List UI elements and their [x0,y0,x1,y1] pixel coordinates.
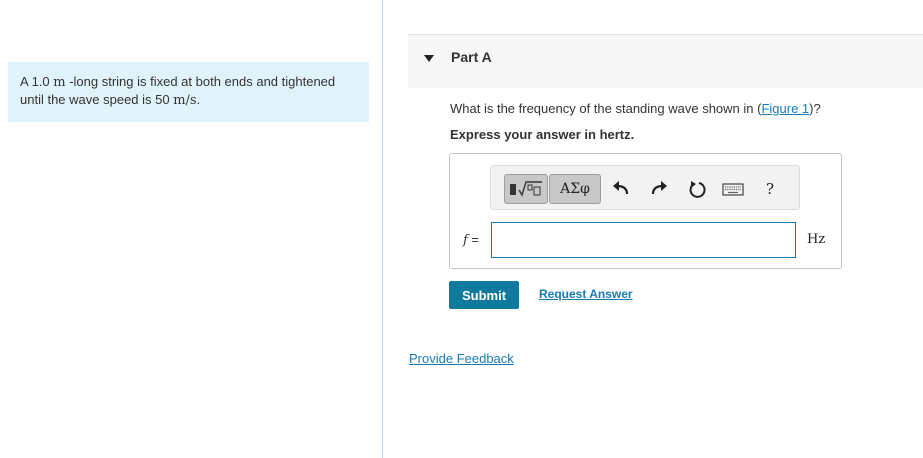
figure-link[interactable]: Figure 1 [761,101,809,116]
question-prefix: What is the frequency of the standing wa… [450,101,762,116]
submit-button[interactable]: Submit [449,281,519,309]
problem-statement: A 1.0 m -long string is fixed at both en… [8,62,369,122]
part-header[interactable]: Part A [408,34,923,88]
redo-icon[interactable] [648,178,670,200]
undo-icon[interactable] [610,178,632,200]
help-icon[interactable]: ? [759,178,781,200]
provide-feedback-link[interactable]: Provide Feedback [409,351,514,366]
length-unit: m [53,75,66,90]
answer-instruction: Express your answer in hertz. [450,127,635,142]
variable-label: f = [463,232,479,248]
answer-input[interactable] [491,222,796,258]
part-title: Part A [451,49,492,65]
answer-box: ΑΣφ ? f = Hz [449,153,842,269]
problem-pane: A 1.0 m -long string is fixed at both en… [0,0,382,458]
speed-unit: m/s [173,93,197,108]
templates-button[interactable] [504,174,548,204]
math-toolbar: ΑΣφ ? [490,165,800,210]
problem-text-start: A 1.0 [20,74,54,89]
collapse-caret-icon[interactable] [424,55,434,62]
equals-sign: = [467,232,480,247]
request-answer-link[interactable]: Request Answer [539,287,633,301]
pane-divider [382,0,383,458]
keyboard-icon[interactable] [722,178,744,200]
greek-symbols-button[interactable]: ΑΣφ [549,174,601,204]
unit-label: Hz [807,232,826,247]
radical-template-icon [510,181,542,197]
reset-icon[interactable] [686,178,708,200]
problem-text-end: . [196,92,201,107]
question-suffix: )? [809,101,821,116]
greek-symbols-label: ΑΣφ [560,181,590,197]
question-text: What is the frequency of the standing wa… [450,101,821,116]
